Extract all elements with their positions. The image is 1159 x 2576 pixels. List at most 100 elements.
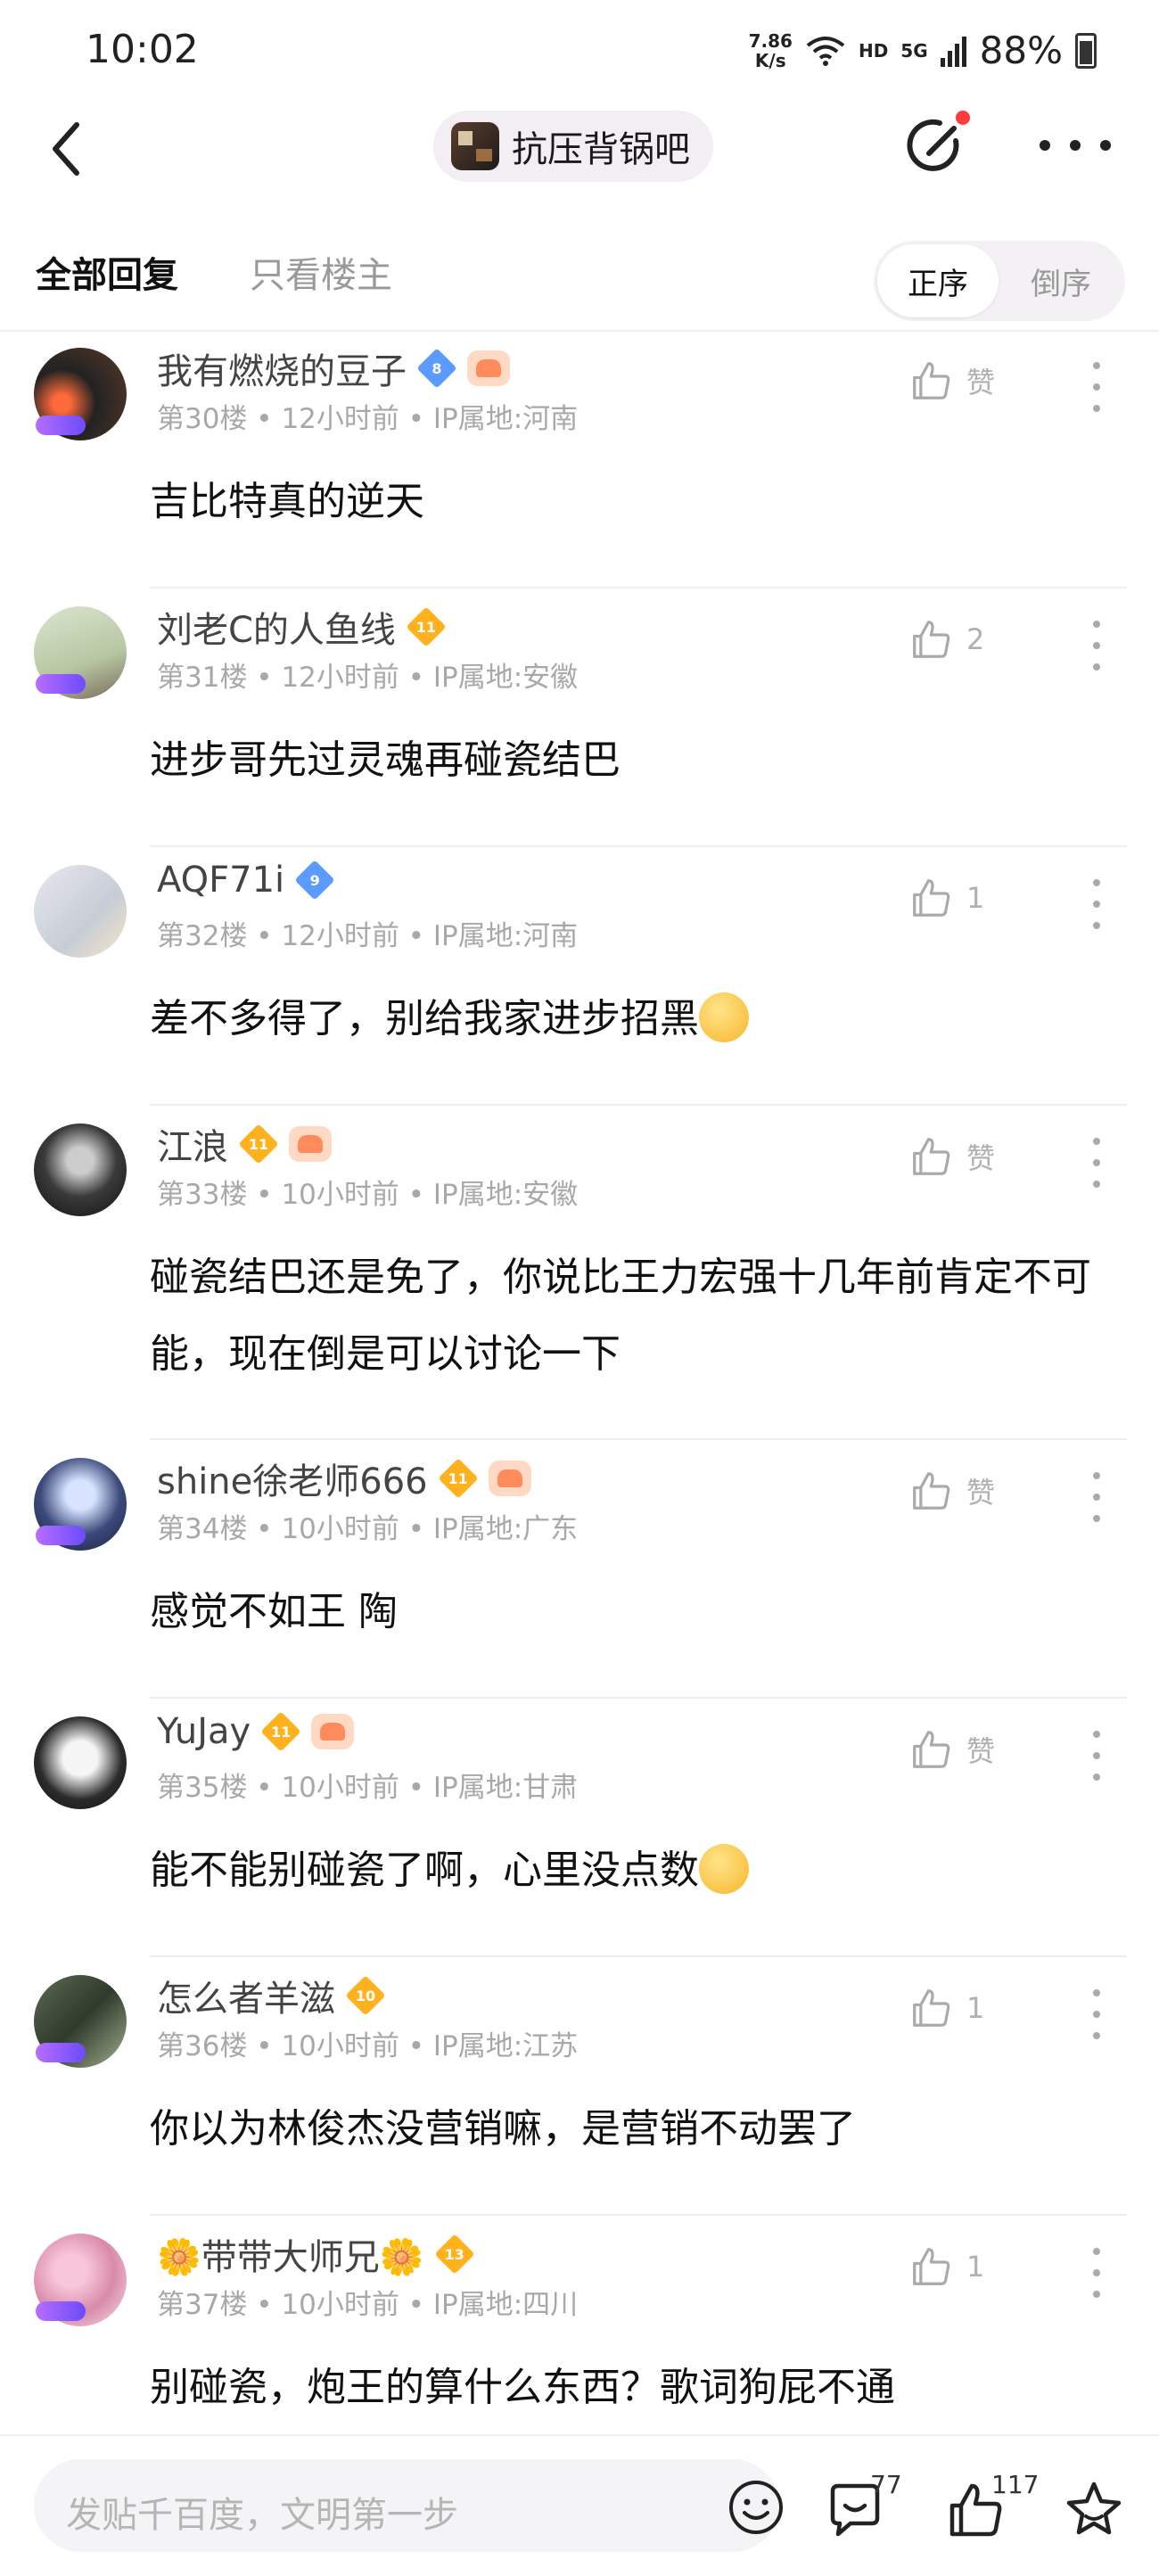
meta-separator: • [399, 1513, 433, 1545]
meta-separator: • [399, 1772, 433, 1804]
thumbs-up-icon [913, 362, 950, 399]
meta-separator: • [247, 1772, 282, 1804]
avatar-frame-badge [36, 416, 86, 435]
dot-icon [1093, 1138, 1100, 1145]
username-row: shine徐老师666 11 [157, 1453, 531, 1504]
meta-separator: • [247, 2289, 282, 2321]
reply-content: 能不能别碰瓷了啊，心里没点数 [150, 1832, 1113, 1909]
reply-text: 碰瓷结巴还是免了，你说比王力宏强十几年前肯定不可能，现在倒是可以讨论一下 [150, 1255, 1091, 1377]
avatar[interactable] [34, 1716, 127, 1809]
more-menu-button[interactable] [1040, 132, 1111, 159]
avatar-frame-badge [36, 1526, 86, 1545]
like-button[interactable]: 赞 [909, 1727, 995, 1772]
thumbs-up-icon [913, 2248, 950, 2285]
tab-owner-only[interactable]: 只看楼主 [250, 246, 392, 298]
meta-time: 12小时前 [281, 662, 399, 694]
back-icon[interactable] [41, 118, 95, 180]
reply-input[interactable]: 发贴千百度，文明第一步 [34, 2459, 783, 2552]
username-row: AQF71i 9 [157, 860, 334, 901]
meta-time: 10小时前 [281, 1179, 399, 1211]
reply-more-button[interactable] [1093, 1989, 1102, 2039]
username[interactable]: YuJay [157, 1711, 251, 1752]
dot-icon [1100, 140, 1111, 151]
tab-all-replies[interactable]: 全部回复 [36, 246, 178, 298]
avatar[interactable] [34, 1123, 127, 1216]
meta-separator: • [247, 920, 282, 952]
like-button[interactable]: 1 [909, 1986, 984, 2030]
reply-text: 能不能别碰瓷了啊，心里没点数 [150, 1848, 699, 1893]
like-button[interactable]: 1 [909, 2244, 984, 2289]
level-badge-icon: 9 [295, 862, 334, 898]
reply-input-placeholder: 发贴千百度，文明第一步 [66, 2495, 458, 2536]
like-button[interactable]: 赞 [909, 1469, 995, 1513]
dot-icon [1093, 1989, 1100, 1996]
avatar-frame-badge [36, 2043, 86, 2062]
like-button[interactable]: 1 [909, 876, 984, 920]
meta-time: 12小时前 [281, 403, 399, 435]
meta-separator: • [399, 2030, 433, 2062]
comments-count: 77 [870, 2470, 902, 2499]
reply-more-button[interactable] [1093, 362, 1102, 412]
reply-divider [150, 587, 1127, 588]
reply-divider [150, 1697, 1127, 1699]
net-speed: 7.86 K/s [748, 29, 793, 71]
reply-more-button[interactable] [1093, 1731, 1102, 1781]
meta-floor: 第30楼 [157, 403, 248, 435]
reply-more-button[interactable] [1093, 2248, 1102, 2298]
thumbs-up-icon [913, 1472, 950, 1510]
dot-icon [1093, 1515, 1100, 1522]
level-number: 11 [415, 618, 437, 636]
forum-avatar-icon [451, 122, 499, 170]
dot-icon [1093, 1752, 1100, 1759]
like-count: 2 [966, 622, 985, 656]
reply-text: 差不多得了，别给我家进步招黑 [150, 996, 699, 1041]
thumbs-up-icon [913, 1731, 950, 1768]
reply-more-button[interactable] [1093, 1472, 1102, 1522]
like-count: 1 [966, 1991, 985, 2025]
dot-icon [1093, 922, 1100, 929]
reply-more-button[interactable] [1093, 879, 1102, 929]
reply-text: 吉比特真的逆天 [150, 479, 424, 524]
dot-icon [1093, 642, 1100, 649]
reply-divider [150, 845, 1127, 847]
level-number: 9 [309, 871, 320, 889]
avatar-frame-badge [36, 2301, 86, 2321]
meta-separator: • [399, 662, 433, 694]
reply-text: 感觉不如王 陶 [150, 1589, 398, 1634]
forum-link[interactable]: 抗压背锅吧 [433, 111, 713, 182]
reply-filter-tabs: 全部回复 只看楼主 正序 倒序 [0, 223, 1159, 321]
sort-desc-button[interactable]: 倒序 [1000, 244, 1122, 317]
meta-ip: IP属地:安徽 [432, 1179, 579, 1211]
like-button[interactable]: 2 [909, 617, 984, 662]
star-icon[interactable] [1063, 2479, 1125, 2541]
meta-time: 12小时前 [281, 920, 399, 952]
username[interactable]: 刘老C的人鱼线 [157, 601, 396, 653]
username[interactable]: 江浪 [157, 1118, 228, 1170]
dot-icon [1093, 1472, 1100, 1479]
reply-meta: 第31楼 • 12小时前 • IP属地:安徽 [157, 654, 578, 695]
username[interactable]: 怎么者羊滋 [157, 1970, 335, 2021]
like-button[interactable]: 赞 [909, 1134, 995, 1179]
username[interactable]: 我有燃烧的豆子 [157, 342, 407, 394]
reply-meta: 第30楼 • 12小时前 • IP属地:河南 [157, 396, 578, 436]
meta-floor: 第31楼 [157, 662, 248, 694]
dot-icon [1093, 2248, 1100, 2255]
thumbs-up-icon [913, 879, 950, 917]
like-button[interactable]: 赞 [909, 358, 995, 403]
reply-meta: 第34楼 • 10小时前 • IP属地:广东 [157, 1506, 578, 1546]
dot-icon [1093, 2269, 1100, 2276]
username[interactable]: AQF71i [157, 860, 284, 901]
level-badge-icon: 13 [435, 2236, 474, 2272]
level-badge-icon: 11 [239, 1126, 278, 1162]
meta-separator: • [399, 403, 433, 435]
reply-more-button[interactable] [1093, 621, 1102, 671]
meta-ip: IP属地:河南 [432, 403, 579, 435]
username[interactable]: 🌼带带大师兄🌼 [157, 2228, 424, 2280]
sort-asc-button[interactable]: 正序 [877, 244, 999, 317]
avatar[interactable] [34, 865, 127, 958]
dot-icon [1093, 2291, 1100, 2298]
meta-time: 10小时前 [281, 1772, 399, 1804]
username[interactable]: shine徐老师666 [157, 1453, 428, 1504]
emoji-icon[interactable] [727, 2479, 785, 2536]
reply-more-button[interactable] [1093, 1138, 1102, 1188]
